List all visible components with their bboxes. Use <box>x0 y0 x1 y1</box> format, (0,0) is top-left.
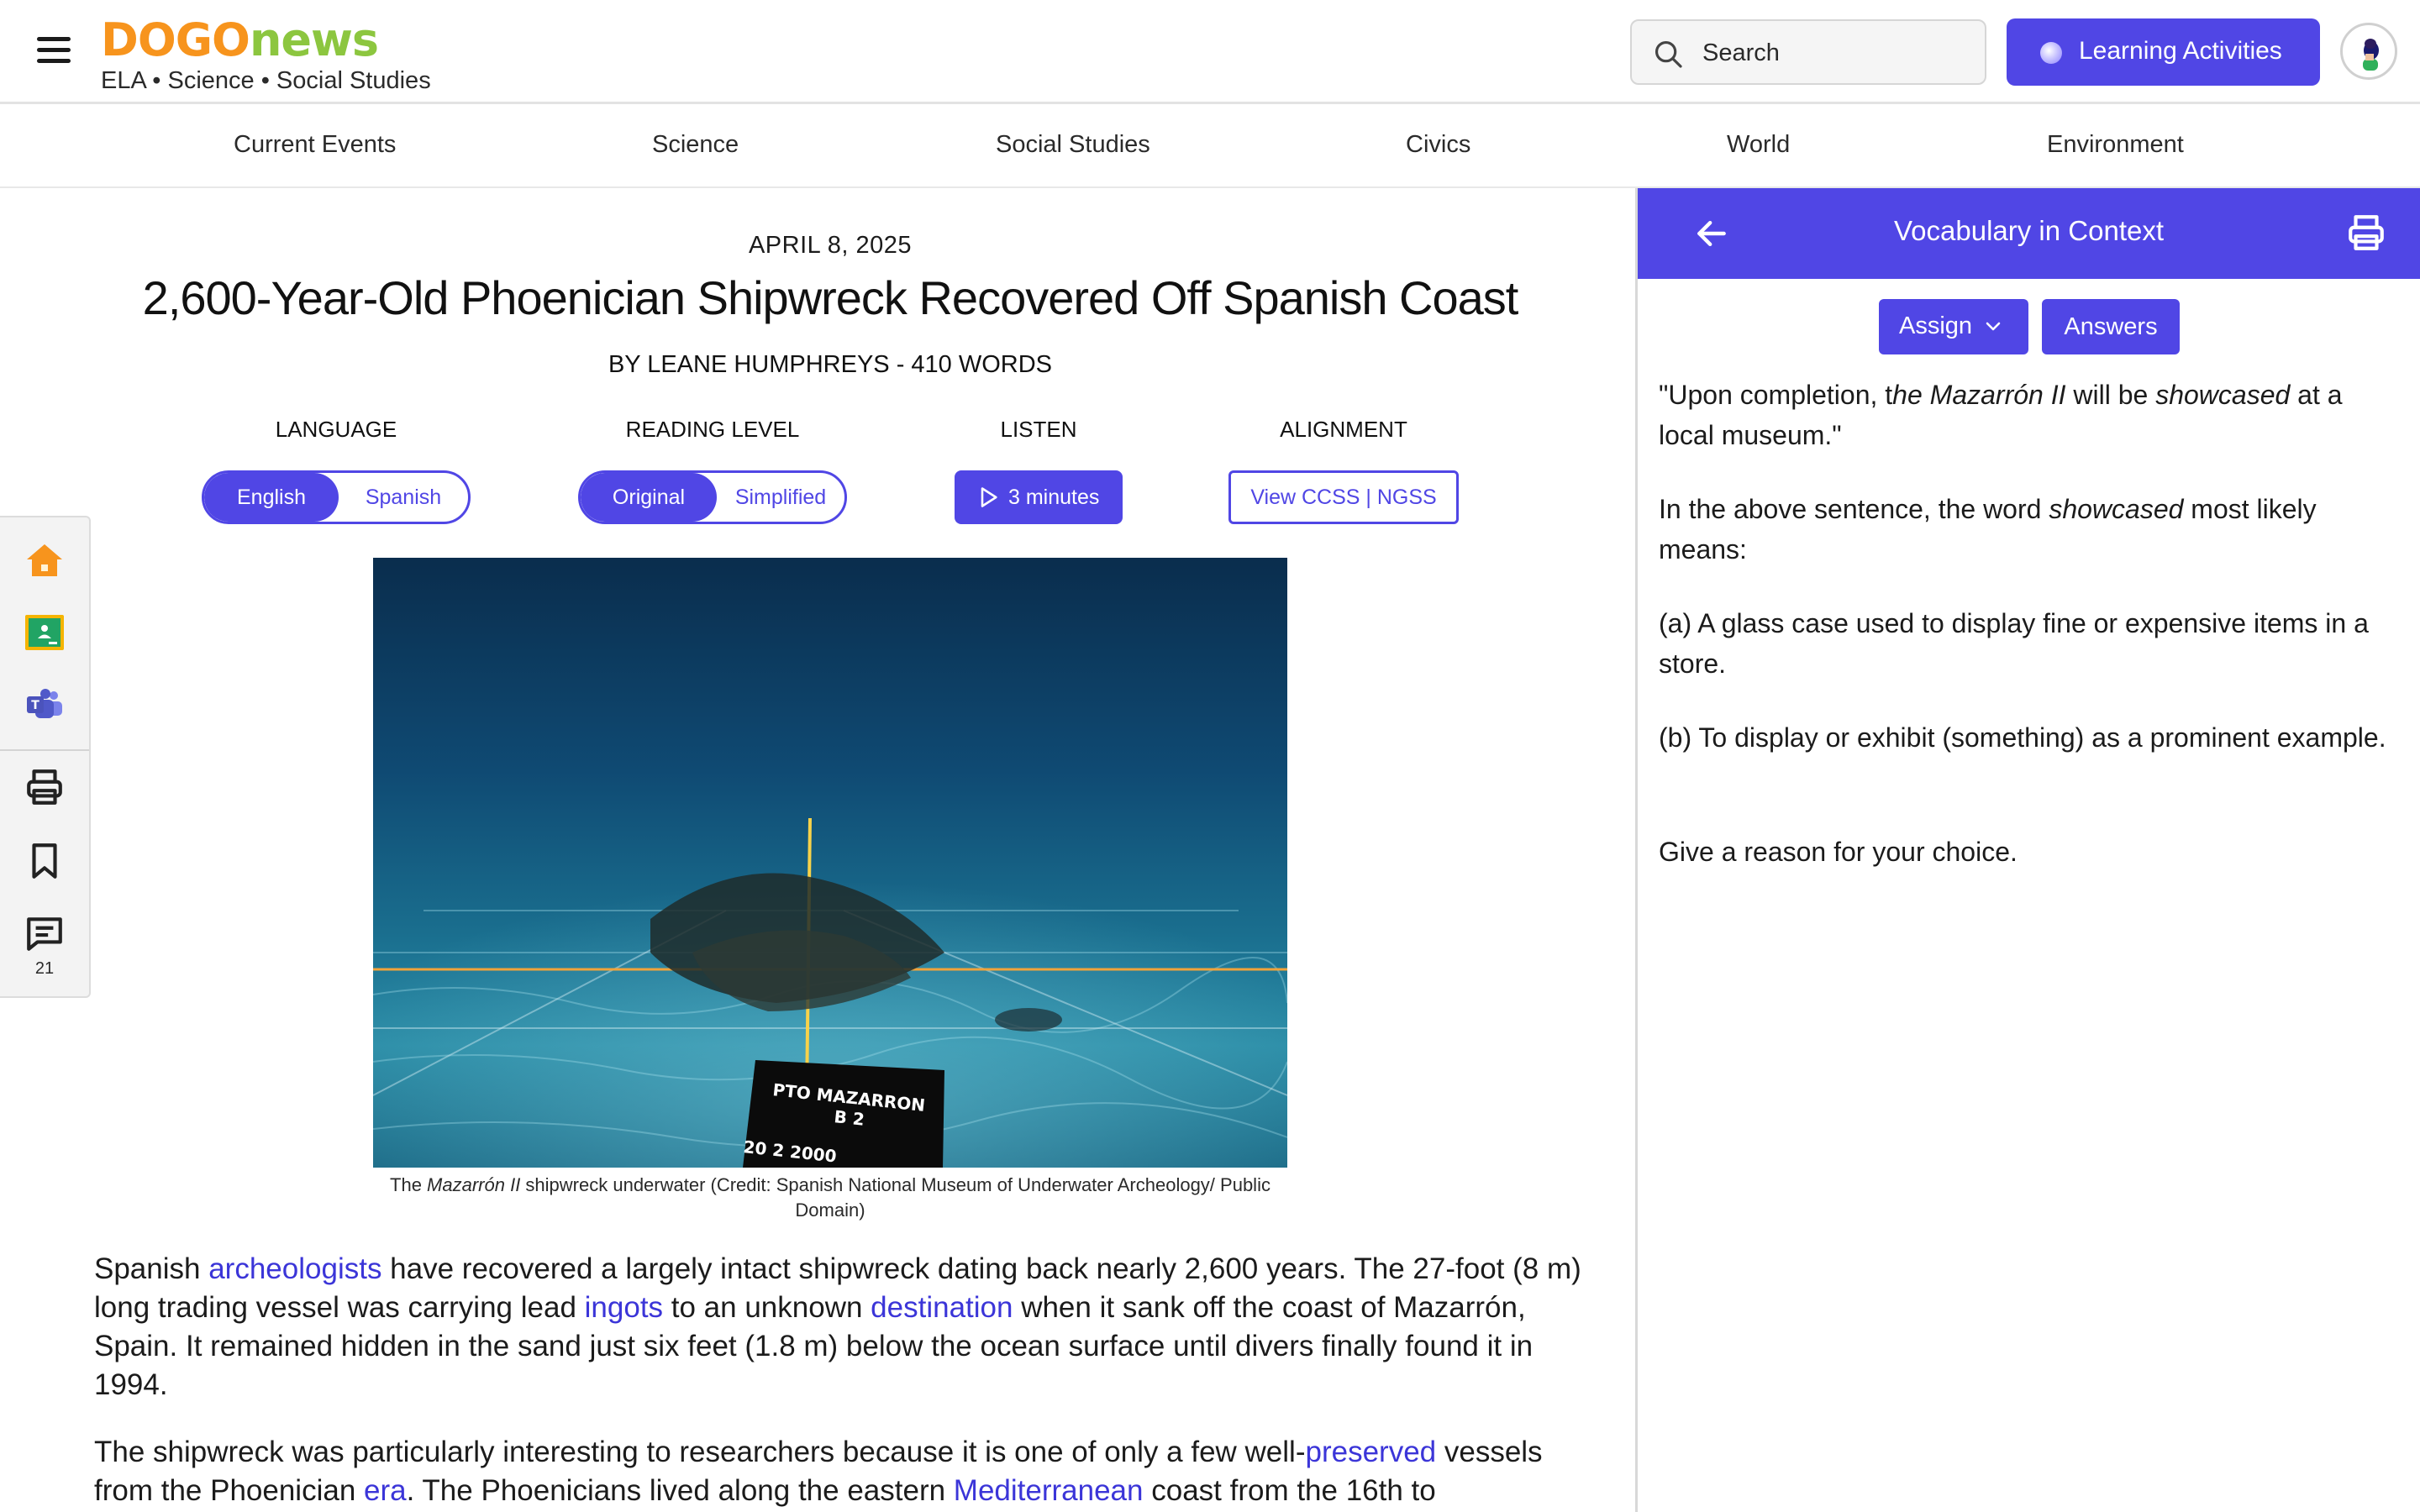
teams-icon[interactable]: T <box>24 684 66 726</box>
user-avatar-icon <box>2363 39 2379 71</box>
assign-label: Assign <box>1899 312 1973 339</box>
panel-title: Vocabulary in Context <box>1893 215 2165 246</box>
listen-label: LISTEN <box>1000 417 1077 442</box>
language-toggle[interactable]: English Spanish <box>202 470 471 524</box>
site-tagline: ELA • Science • Social Studies <box>101 67 431 94</box>
vocabulary-panel-header: Vocabulary in Context <box>1638 188 2420 279</box>
reading-level-original[interactable]: Original <box>581 473 717 522</box>
vocab-word-era[interactable]: era <box>364 1474 407 1507</box>
quote-italic: showcased <box>2155 380 2291 410</box>
nav-environment[interactable]: Environment <box>2047 131 2184 159</box>
paragraph-text: The shipwreck was particularly interesti… <box>94 1436 1306 1468</box>
reading-level-label: READING LEVEL <box>625 417 800 442</box>
paragraph-text: Spanish <box>94 1252 209 1285</box>
svg-text:T: T <box>31 699 39 712</box>
paragraph-text: to an unknown <box>663 1291 871 1324</box>
logo-dogo: DOGO <box>101 13 250 66</box>
search-input[interactable]: Search <box>1630 19 1986 85</box>
search-placeholder: Search <box>1702 39 1780 66</box>
article-toolbar: T 21 <box>0 516 91 998</box>
sparkle-icon <box>2040 42 2062 64</box>
nav-science[interactable]: Science <box>652 131 739 159</box>
article-byline: BY LEANE HUMPHREYS - 410 WORDS <box>608 351 1053 378</box>
print-icon[interactable] <box>24 766 66 808</box>
comment-count: 21 <box>34 959 55 978</box>
vocab-quote: "Upon completion, the Mazarrón II will b… <box>1659 375 2398 455</box>
article-date: APRIL 8, 2025 <box>748 232 913 259</box>
google-classroom-icon[interactable] <box>24 612 66 654</box>
reading-level-simplified[interactable]: Simplified <box>717 473 844 522</box>
quote-italic: he Mazarrón II <box>1892 380 2066 410</box>
alignment-label: ALIGNMENT <box>1280 417 1407 442</box>
top-header: DOGOnews ELA • Science • Social Studies … <box>0 0 2420 104</box>
toolbar-divider <box>0 749 89 751</box>
nav-civics[interactable]: Civics <box>1406 131 1470 159</box>
article-photo: PTO MAZARRON B 2 20 2 2000 <box>373 558 1287 1168</box>
print-icon[interactable] <box>2345 212 2387 258</box>
answer-option-a: (a) A glass case used to display fine or… <box>1659 608 2369 679</box>
vocab-word-preserved[interactable]: preserved <box>1305 1436 1436 1468</box>
category-nav: Current Events Science Social Studies Ci… <box>0 104 2420 188</box>
answers-button[interactable]: Answers <box>2042 299 2180 354</box>
comment-icon[interactable] <box>24 912 66 954</box>
vocab-word-destination[interactable]: destination <box>871 1291 1013 1324</box>
article-paragraph-2: The shipwreck was particularly interesti… <box>94 1433 1590 1510</box>
avatar[interactable] <box>2340 23 2397 80</box>
article-title: 2,600-Year-Old Phoenician Shipwreck Reco… <box>142 271 1519 324</box>
vocab-word-archeologists[interactable]: archeologists <box>208 1252 381 1285</box>
menu-icon[interactable] <box>37 37 71 64</box>
language-option-english[interactable]: English <box>204 473 339 522</box>
panel-divider <box>1635 188 1638 1512</box>
paragraph-text: . The Phoenicians lived along the easter… <box>406 1474 954 1507</box>
photo-caption: The Mazarrón II shipwreck underwater (Cr… <box>353 1173 1307 1223</box>
question-text: In the above sentence, the word <box>1659 494 2049 524</box>
dogonews-logo[interactable]: DOGOnews <box>101 13 379 66</box>
listen-duration: 3 minutes <box>1008 486 1100 509</box>
caption-prefix: The <box>390 1174 428 1195</box>
quote-text: "Upon completion, t <box>1659 380 1893 410</box>
site-sign: PTO MAZARRON B 2 20 2 2000 <box>742 1060 944 1168</box>
question-italic: showcased <box>2049 494 2184 524</box>
nav-social-studies[interactable]: Social Studies <box>996 131 1150 159</box>
caption-rest: shipwreck underwater (Credit: Spanish Na… <box>520 1174 1270 1221</box>
vocab-instruction: Give a reason for your choice. <box>1659 837 2018 867</box>
logo-news: news <box>249 13 379 66</box>
bookmark-icon[interactable] <box>24 840 66 882</box>
learning-activities-label: Learning Activities <box>2079 37 2282 65</box>
chevron-down-icon <box>1986 322 2001 331</box>
quote-text: will be <box>2065 380 2156 410</box>
caption-italic: Mazarrón II <box>427 1174 521 1195</box>
nav-current-events[interactable]: Current Events <box>234 131 396 159</box>
vocab-word-ingots[interactable]: ingots <box>585 1291 663 1324</box>
play-icon <box>981 487 997 507</box>
language-label: LANGUAGE <box>275 417 397 442</box>
reading-level-toggle[interactable]: Original Simplified <box>578 470 847 524</box>
article-paragraph-1: Spanish archeologists have recovered a l… <box>94 1250 1590 1404</box>
view-standards-button[interactable]: View CCSS | NGSS <box>1228 470 1459 524</box>
home-icon[interactable] <box>24 539 66 581</box>
answer-option-b: (b) To display or exhibit (something) as… <box>1659 722 2386 753</box>
vocab-word-mediterranean[interactable]: Mediterranean <box>954 1474 1144 1507</box>
language-option-spanish[interactable]: Spanish <box>339 473 468 522</box>
vocab-question: In the above sentence, the word showcase… <box>1659 489 2398 570</box>
learning-activities-button[interactable]: Learning Activities <box>2007 18 2320 86</box>
listen-button[interactable]: 3 minutes <box>955 470 1123 524</box>
search-icon <box>1655 40 1682 68</box>
nav-world[interactable]: World <box>1727 131 1790 159</box>
assign-button[interactable]: Assign <box>1879 299 2028 354</box>
paragraph-text: coast from the 16th to <box>1143 1474 1436 1507</box>
sign-line2: B 2 <box>833 1106 865 1130</box>
